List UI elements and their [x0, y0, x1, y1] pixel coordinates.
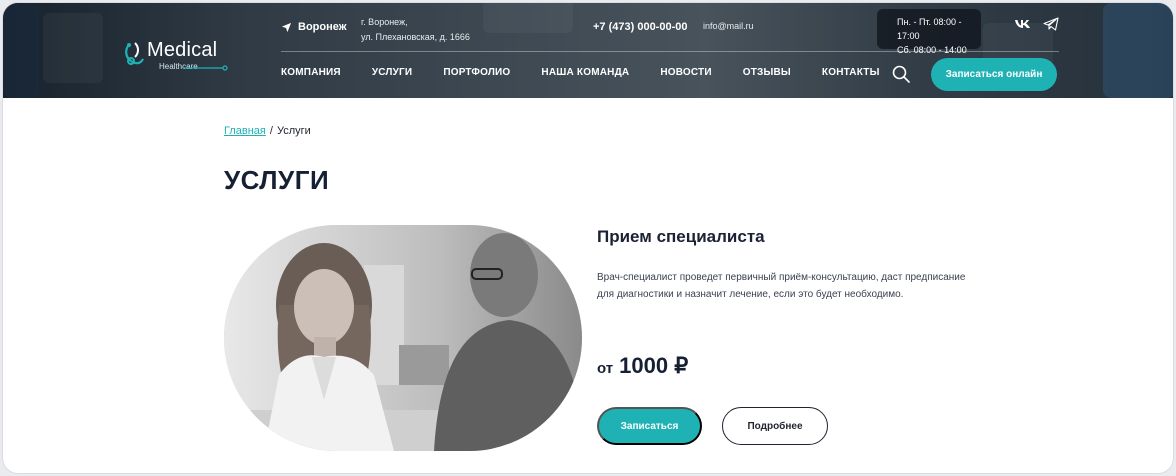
logo-wordmark: Medical — [147, 39, 218, 61]
price-value: 1000 ₽ — [619, 353, 689, 378]
email-link[interactable]: info@mail.ru — [703, 21, 754, 31]
address-line-1: г. Воронеж, — [361, 17, 408, 27]
telegram-icon — [1043, 17, 1059, 31]
details-button[interactable]: Подробнее — [722, 407, 828, 445]
vk-icon — [1015, 20, 1030, 28]
page-title: УСЛУГИ — [224, 165, 330, 195]
working-hours: Пн. - Пт. 08:00 - 17:00 Сб. 08:00 - 14:0… — [877, 9, 981, 55]
service-price: от 1000 ₽ — [597, 353, 688, 379]
logo[interactable]: Medical Healthcare — [121, 39, 231, 73]
logo-underline — [183, 65, 228, 71]
breadcrumb: Главная / Услуги — [224, 125, 311, 137]
price-prefix: от — [597, 360, 614, 377]
book-button[interactable]: Записаться — [597, 407, 702, 445]
nav-item-reviews[interactable]: ОТЗЫВЫ — [743, 67, 791, 78]
header-divider — [281, 51, 1059, 52]
vk-link[interactable] — [1014, 17, 1032, 36]
book-online-button[interactable]: Записаться онлайн — [931, 58, 1057, 91]
nav-item-portfolio[interactable]: ПОРТФОЛИО — [443, 67, 510, 78]
service-photo — [224, 225, 582, 451]
nav-item-contacts[interactable]: КОНТАКТЫ — [822, 67, 880, 78]
breadcrumb-separator: / — [269, 125, 273, 137]
nav-item-company[interactable]: КОМПАНИЯ — [281, 67, 341, 78]
search-button[interactable] — [891, 64, 911, 84]
address-line-2: ул. Плехановская, д. 1666 — [361, 32, 470, 42]
hours-saturday: Сб. 08:00 - 14:00 — [897, 45, 967, 55]
search-icon — [892, 65, 910, 83]
location-arrow-icon — [281, 22, 292, 32]
breadcrumb-current: Услуги — [276, 125, 311, 137]
breadcrumb-home-link[interactable]: Главная — [224, 125, 266, 137]
telegram-link[interactable] — [1043, 17, 1059, 36]
nav-item-services[interactable]: УСЛУГИ — [372, 67, 413, 78]
site-header: Medical Healthcare Воронеж г. Воронеж, у… — [3, 3, 1173, 98]
hours-weekdays: Пн. - Пт. 08:00 - 17:00 — [897, 17, 962, 41]
phone-link[interactable]: +7 (473) 000-00-00 — [593, 21, 687, 33]
page: Medical Healthcare Воронеж г. Воронеж, у… — [2, 2, 1174, 474]
doctor-consultation-image — [224, 225, 582, 451]
main-nav: КОМПАНИЯ УСЛУГИ ПОРТФОЛИО НАША КОМАНДА Н… — [281, 67, 880, 78]
service-title: Прием специалиста — [597, 227, 765, 246]
nav-item-news[interactable]: НОВОСТИ — [660, 67, 711, 78]
service-description: Врач-специалист проведет первичный приём… — [597, 272, 966, 300]
nav-item-team[interactable]: НАША КОМАНДА — [541, 67, 629, 78]
address: г. Воронеж, ул. Плехановская, д. 1666 — [361, 15, 470, 45]
city-label: Воронеж — [298, 21, 347, 33]
city-selector[interactable]: Воронеж — [281, 21, 347, 33]
